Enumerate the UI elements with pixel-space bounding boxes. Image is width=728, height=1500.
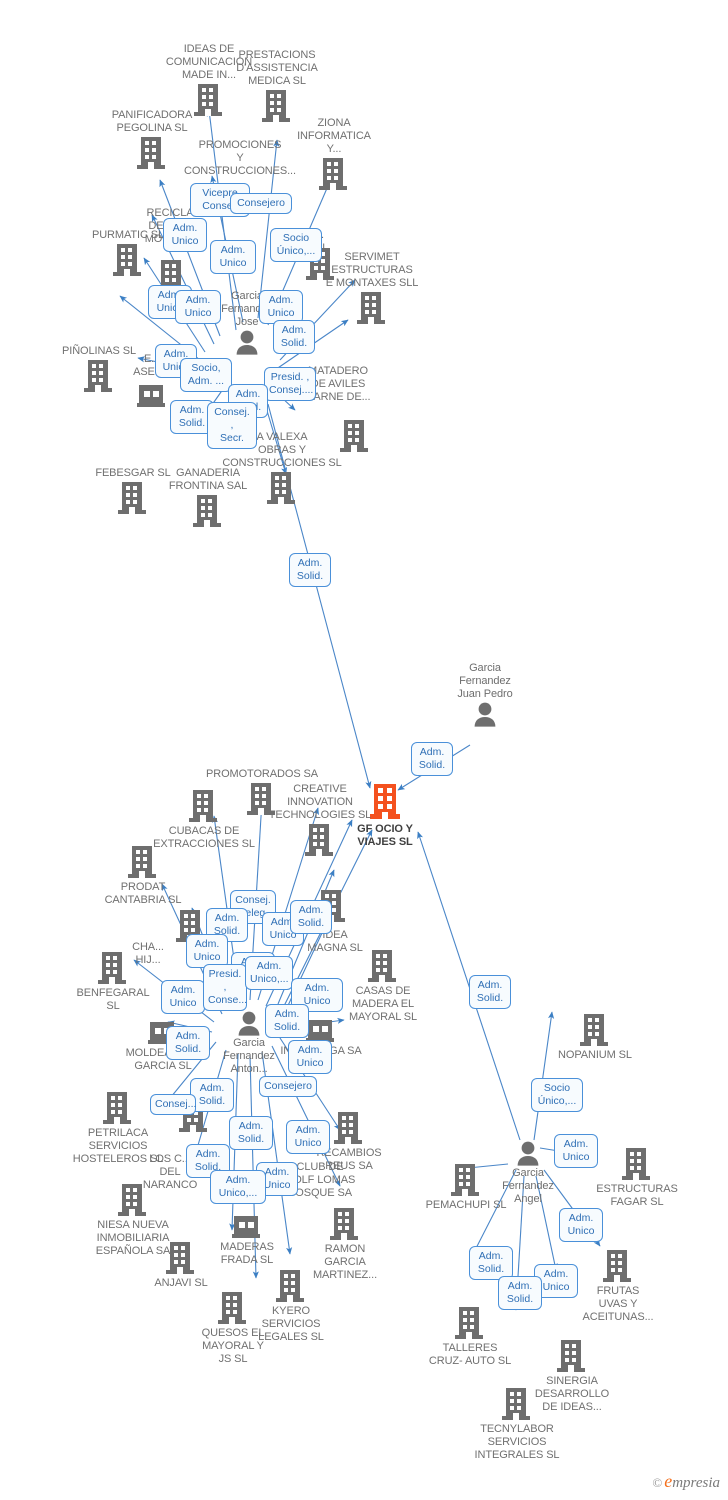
company-label: PROMOCIONES Y CONSTRUCCIONES... xyxy=(184,139,296,177)
company-node[interactable]: KYERO SERVICIOS LEGALES SL xyxy=(231,1268,351,1344)
relation-chip[interactable]: Adm. Solid. xyxy=(290,900,332,934)
network-graph-canvas[interactable]: IDEAS DE COMUNICACION MADE IN... PRESTAC… xyxy=(0,0,728,1500)
relation-chip[interactable]: Adm. Solid. xyxy=(190,1078,234,1112)
relation-chip[interactable]: Adm. Unico xyxy=(175,290,221,324)
relation-chip[interactable]: Consej... xyxy=(150,1094,196,1115)
relation-chip[interactable]: Socio, Adm. ... xyxy=(180,358,232,392)
company-node[interactable]: PRODAT CANTABRIA SL xyxy=(83,844,203,907)
relation-chip[interactable]: Adm. Unico,... xyxy=(245,956,293,990)
company-label: SERVIMET ESTRUCTURAS E MONTAXES SLL xyxy=(325,251,419,289)
company-label: KYERO SERVICIOS LEGALES SL xyxy=(258,1305,324,1343)
building-icon xyxy=(137,135,167,171)
building-icon xyxy=(148,493,268,529)
watermark-brand-rest: mpresia xyxy=(672,1475,720,1491)
building-icon xyxy=(457,1386,577,1422)
building-icon xyxy=(121,1240,241,1276)
building-icon xyxy=(73,1182,193,1218)
person-node-garcia-fernandez-juan-pedro[interactable]: Garcia Fernandez Juan Pedro xyxy=(425,661,545,727)
relation-chip[interactable]: Socio Único,... xyxy=(531,1078,583,1112)
company-label: GANADERIA FRONTINA SAL xyxy=(168,467,248,492)
building-icon xyxy=(305,822,335,858)
person-icon xyxy=(425,701,545,727)
company-node[interactable]: CUBACAS DE EXTRACCIONES SL xyxy=(144,788,264,851)
relation-chip[interactable]: Adm. Unico xyxy=(288,1040,332,1074)
relation-chip[interactable]: Adm. Unico xyxy=(186,934,228,968)
company-node[interactable]: CREATIVE INNOVATION TECHNOLOGIES SL xyxy=(260,782,380,858)
relation-chip[interactable]: Adm. Solid. xyxy=(498,1276,542,1310)
company-label: TECNYLABOR SERVICIOS INTEGRALES SL xyxy=(474,1423,560,1461)
company-node[interactable]: PROMOCIONES Y CONSTRUCCIONES... xyxy=(180,138,300,178)
company-node[interactable]: TECNYLABOR SERVICIOS INTEGRALES SL xyxy=(457,1386,577,1462)
company-node[interactable]: ANJAVI SL xyxy=(121,1240,241,1290)
company-label: BENFEGARAL SL xyxy=(76,987,150,1012)
relation-chip[interactable]: Adm. Unico xyxy=(161,980,205,1014)
company-node[interactable]: SERVIMET ESTRUCTURAS E MONTAXES SLL xyxy=(312,250,432,326)
person-label: Garcia Fernandez Juan Pedro xyxy=(457,662,513,700)
company-node[interactable]: BENFEGARAL SL xyxy=(53,950,173,1013)
building-icon xyxy=(53,950,173,986)
relation-chip[interactable]: Consejero xyxy=(230,193,292,214)
relation-chip[interactable]: Adm. Solid. xyxy=(289,553,331,587)
building-icon xyxy=(231,1268,351,1304)
company-label: PANIFICADORA PEGOLINA SL xyxy=(111,109,193,134)
company-node[interactable]: NOPANIUM SL xyxy=(535,1012,655,1062)
person-label: Garcia Fernandez Angel xyxy=(502,1167,554,1205)
company-label: ANJAVI SL xyxy=(154,1277,208,1289)
company-label: PRESTACIONS D'ASSISTENCIA MEDICA SL xyxy=(236,49,318,87)
relation-chip[interactable]: Adm. Solid. xyxy=(166,1026,210,1060)
relation-chip[interactable]: Presid. , Consej.... xyxy=(264,367,316,401)
empresia-watermark: © empresia xyxy=(652,1471,720,1492)
company-label: PRODAT CANTABRIA SL xyxy=(104,881,182,906)
relation-chip[interactable]: Consej. , Secr. xyxy=(207,402,257,449)
company-label: NOPANIUM SL xyxy=(558,1049,632,1061)
building-icon xyxy=(410,1305,530,1341)
relation-chip[interactable]: Adm. Solid. xyxy=(411,742,453,776)
building-icon xyxy=(83,844,203,880)
relation-chip[interactable]: Presid. , Conse... xyxy=(203,964,247,1011)
relation-chip[interactable]: Adm. Unico xyxy=(210,240,256,274)
relation-chip[interactable]: Socio Único,... xyxy=(270,228,322,262)
relation-chip[interactable]: Adm. Unico xyxy=(163,218,207,252)
building-icon xyxy=(319,156,349,192)
relation-chip[interactable]: Adm. Unico xyxy=(286,1120,330,1154)
building-icon xyxy=(512,1338,632,1374)
company-label: PROMOTORADOS SA xyxy=(206,768,318,780)
relation-chip[interactable]: Adm. Solid. xyxy=(469,975,511,1009)
building-icon xyxy=(312,290,432,326)
copyright-icon: © xyxy=(652,1475,663,1490)
relation-chip[interactable]: Adm. Solid. xyxy=(273,320,315,354)
relation-chip[interactable]: Adm. Solid. xyxy=(229,1116,273,1150)
company-label: CREATIVE INNOVATION TECHNOLOGIES SL xyxy=(268,783,372,821)
building-icon xyxy=(285,1206,405,1242)
relation-chip[interactable]: Adm. Unico xyxy=(554,1134,598,1168)
building-icon xyxy=(535,1012,655,1048)
relation-chip[interactable]: Adm. Solid. xyxy=(469,1246,513,1280)
relation-chip[interactable]: Adm. Solid. xyxy=(265,1004,309,1038)
company-node[interactable]: GANADERIA FRONTINA SAL xyxy=(148,466,268,529)
relation-chip[interactable]: Consejero xyxy=(259,1076,317,1097)
company-node[interactable]: PRESTACIONS D'ASSISTENCIA MEDICA SL xyxy=(217,48,337,124)
building-icon xyxy=(144,788,264,824)
relation-chip[interactable]: Adm. Unico,... xyxy=(210,1170,266,1204)
relation-chip[interactable]: Adm. Unico xyxy=(259,290,303,324)
company-label: ESTRUCTURAS FAGAR SL xyxy=(596,1183,678,1208)
relation-chip[interactable]: Adm. Unico xyxy=(559,1208,603,1242)
